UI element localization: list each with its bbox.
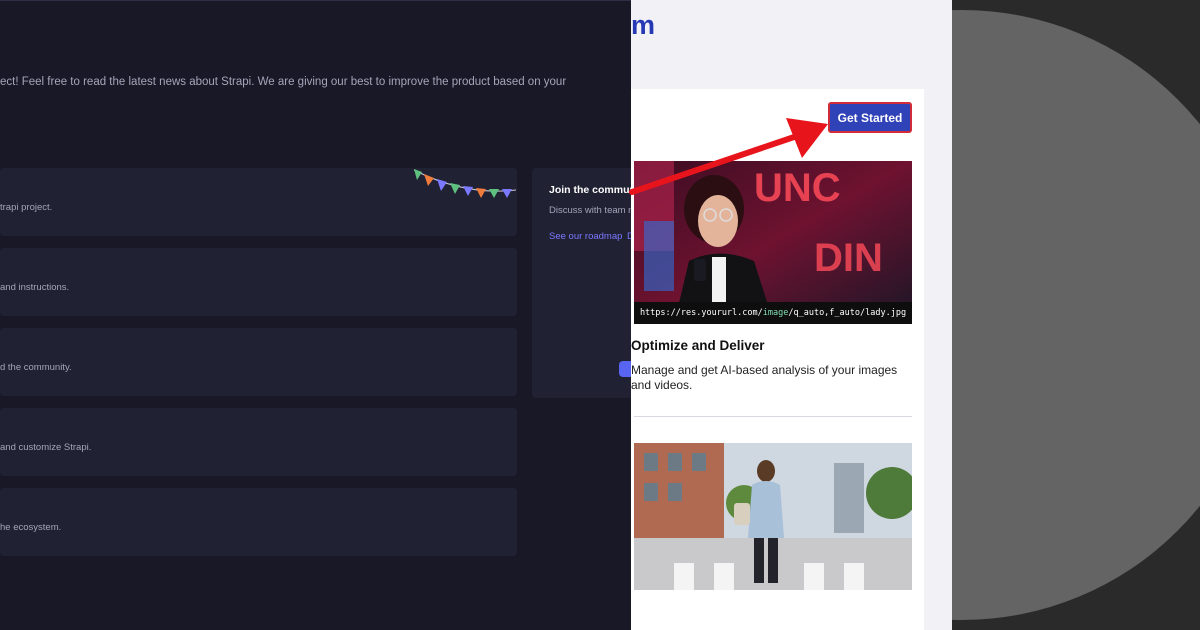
page-gutter [924, 89, 952, 630]
card-description: he ecosystem. [0, 522, 62, 533]
resource-card-5[interactable]: he ecosystem. [0, 488, 517, 556]
resource-card-3[interactable]: d the community. [0, 328, 517, 396]
card-description: and instructions. [0, 282, 70, 293]
bunting-decoration-icon [413, 169, 517, 198]
strapi-homepage-panel: ect! Feel free to read the latest news a… [0, 0, 632, 630]
card-description: and customize Strapi. [0, 442, 92, 453]
url-prefix: https://res.yoururl.com/ [639, 308, 763, 318]
grey-circle-decoration [952, 10, 1200, 620]
card-description: d the community. [0, 362, 72, 373]
street-image [634, 443, 912, 590]
top-divider [0, 0, 632, 1]
svg-text:DIN: DIN [814, 236, 883, 280]
url-suffix: /q_auto,f_auto/lady.jpg [788, 308, 907, 318]
resource-card-2[interactable]: and instructions. [0, 248, 517, 316]
background-panel [952, 0, 1200, 630]
feature-description: Manage and get AI-based analysis of your… [631, 363, 898, 392]
get-started-button[interactable]: Get Started [828, 102, 912, 133]
image-url-caption: https://res.yoururl.com/image/q_auto,f_a… [634, 302, 912, 324]
red-arrow-annotation [629, 118, 828, 195]
community-card: Join the commun Discuss with team m See … [532, 168, 632, 398]
welcome-intro-text: ect! Feel free to read the latest news a… [0, 76, 567, 88]
roadmap-link[interactable]: See our roadmap [549, 231, 622, 242]
webpage-panel: m Get Started UNC DIN https://res.yourur… [631, 0, 952, 630]
section-divider [634, 416, 912, 417]
street-photo-illustration [634, 443, 912, 590]
url-highlight: image [762, 308, 789, 318]
page-header-band: m [631, 0, 952, 89]
resource-card-4[interactable]: and customize Strapi. [0, 408, 517, 476]
page-title: m [631, 10, 656, 40]
feature-title: Optimize and Deliver [631, 338, 765, 353]
community-description: Discuss with team m [549, 205, 632, 216]
card-description: trapi project. [0, 202, 53, 213]
